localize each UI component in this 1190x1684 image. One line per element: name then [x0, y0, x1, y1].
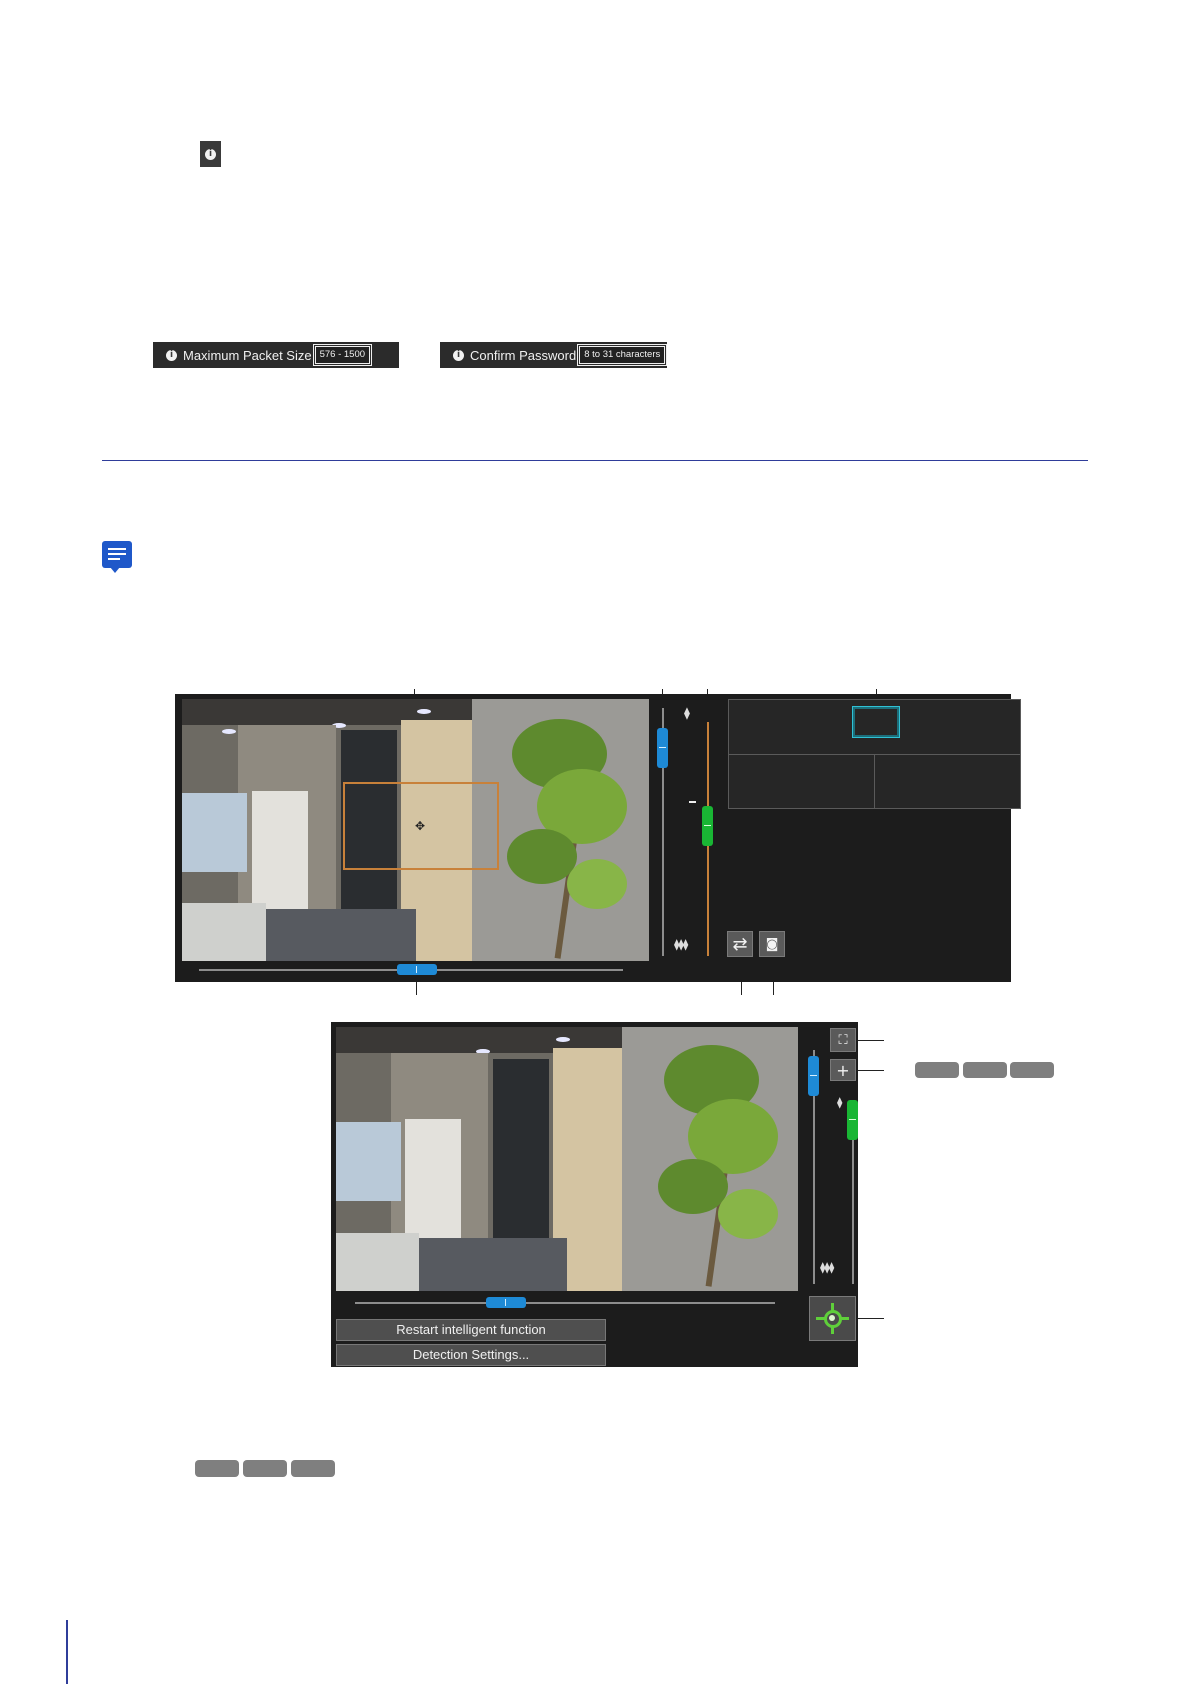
panorama-grid[interactable]: [728, 699, 1021, 809]
fullscreen-icon[interactable]: ⛶: [830, 1028, 856, 1052]
target-icon[interactable]: [809, 1296, 856, 1341]
region-of-interest-box[interactable]: ✥: [343, 782, 499, 870]
three-trees-icon: ⧫⧫⧫: [820, 1261, 834, 1274]
swap-arrows-icon[interactable]: ⇄: [727, 931, 753, 957]
tilt-slider-thumb[interactable]: [808, 1056, 819, 1096]
pan-slider-thumb[interactable]: [397, 964, 437, 975]
detection-settings-button[interactable]: Detection Settings...: [336, 1344, 606, 1366]
focus-slider-thumb[interactable]: [702, 806, 713, 846]
focus-marker: [689, 801, 696, 803]
tooltip-range: 576 - 1500: [312, 344, 373, 366]
move-cursor-icon: ✥: [415, 819, 426, 833]
pan-slider-track[interactable]: [355, 1302, 775, 1304]
restart-intelligent-function-button[interactable]: Restart intelligent function: [336, 1319, 606, 1341]
badge: [963, 1062, 1007, 1078]
info-icon: i: [453, 349, 464, 361]
video-display[interactable]: [336, 1027, 798, 1291]
info-icon: i: [200, 141, 221, 167]
video-display[interactable]: ✥: [182, 699, 649, 961]
callout-line: [856, 1070, 884, 1071]
badge: [1010, 1062, 1054, 1078]
badge: [243, 1460, 287, 1477]
badge: [195, 1460, 239, 1477]
camera-viewer-main: ✥ ⧫ ⧫⧫⧫ ⇄ ◙: [175, 694, 1021, 982]
callout-line: [856, 1040, 884, 1041]
note-icon: [102, 541, 132, 573]
view-frame[interactable]: [852, 706, 900, 738]
badge: [915, 1062, 959, 1078]
callout-line: [856, 1318, 884, 1319]
page-margin-line: [66, 1620, 68, 1684]
section-divider: [102, 460, 1088, 461]
single-tree-icon: ⧫: [837, 1096, 843, 1109]
info-glyph: i: [205, 148, 216, 160]
tilt-slider-thumb[interactable]: [657, 728, 668, 768]
badge: [291, 1460, 335, 1477]
plus-icon[interactable]: +: [830, 1059, 856, 1081]
info-icon: i: [166, 349, 177, 361]
tooltip-label: Confirm Password: [470, 347, 577, 363]
tooltip-label: Maximum Packet Size: [183, 347, 312, 363]
camera-icon[interactable]: ◙: [759, 931, 785, 957]
focus-slider-thumb[interactable]: [847, 1100, 858, 1140]
single-tree-icon: ⧫: [684, 706, 690, 720]
tooltip-max-packet-size: i Maximum Packet Size 576 - 1500: [153, 342, 399, 368]
pan-slider-thumb[interactable]: [486, 1297, 526, 1308]
camera-viewer-secondary: ⧫ ⧫⧫⧫ ⛶ + Restart intelligent function D…: [331, 1022, 858, 1367]
three-trees-icon: ⧫⧫⧫: [674, 938, 688, 951]
tooltip-range: 8 to 31 characters: [577, 344, 668, 366]
tooltip-confirm-password: i Confirm Password 8 to 31 characters: [440, 342, 668, 368]
